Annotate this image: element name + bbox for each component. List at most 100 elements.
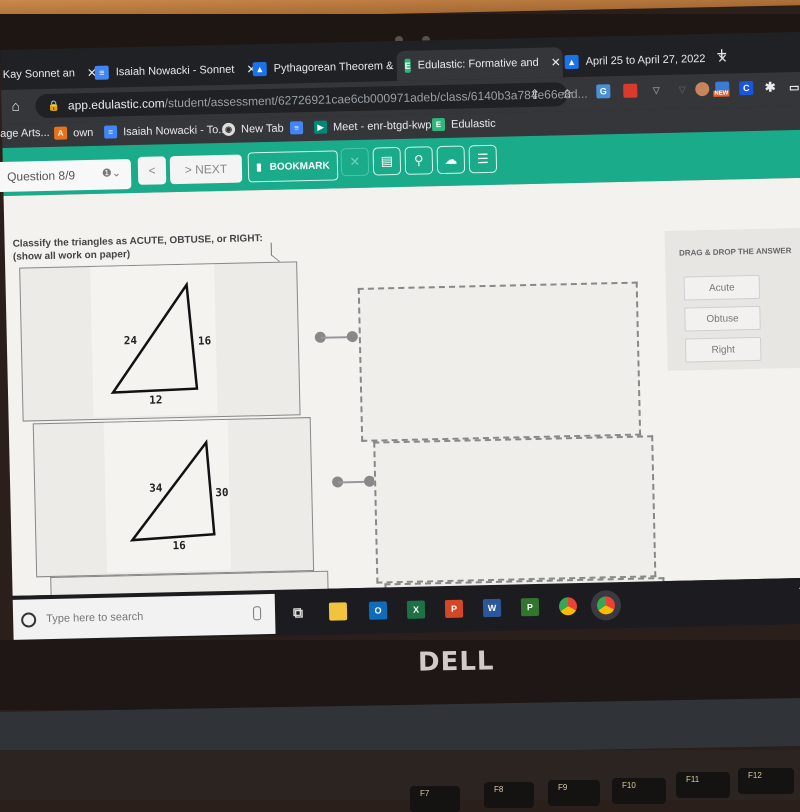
connector-2 — [331, 475, 376, 489]
key-f7: F7 — [410, 786, 460, 812]
share-icon[interactable]: ⇪ — [529, 87, 540, 103]
dell-logo: DELL — [417, 646, 495, 678]
docs-icon: ≡ — [94, 65, 109, 80]
alert-chevron-icon: ❶⌄ — [101, 167, 122, 180]
bookmark-label: own — [72, 126, 94, 139]
keyboard: F7 F8 F9 F10 F11 F12 — [0, 750, 800, 812]
bookmark-label: Edulastic — [450, 117, 496, 131]
triangle-side-left: 34 — [149, 481, 163, 495]
classroom-icon: ▲ — [252, 61, 267, 77]
laptop-screen: Kay Sonnet an ✕ ≡ Isaiah Nowacki - Sonne… — [0, 22, 800, 650]
triangle-card-1: 24 16 12 — [19, 261, 301, 422]
triangle-side-right: 30 — [215, 485, 229, 500]
powerpoint-icon[interactable]: P — [444, 599, 464, 619]
translate-extension-icon[interactable]: G — [596, 84, 611, 99]
connector-dot — [346, 330, 358, 343]
c-extension-icon[interactable]: C — [739, 80, 754, 96]
question-selector-label: Question 8/9 — [6, 168, 76, 184]
key-f10: F10 — [612, 778, 666, 804]
cortana-icon — [20, 611, 37, 628]
home-icon[interactable]: ⌂ — [11, 98, 20, 114]
next-button[interactable]: > NEXT — [169, 154, 243, 185]
tab-edulastic[interactable]: E Edulastic: Formative and ✕ — [396, 47, 563, 82]
menu-icon[interactable]: ☰ — [468, 144, 498, 174]
tab-isaiah-sonnet[interactable]: ≡ Isaiah Nowacki - Sonnet ✕ — [86, 54, 264, 88]
search-placeholder: Type here to search — [46, 610, 144, 626]
triangle-side-left: 24 — [123, 333, 138, 348]
answer-chip-acute[interactable]: Acute — [683, 274, 761, 301]
chrome-icon[interactable] — [558, 597, 578, 616]
upload-cloud-icon[interactable]: ☁ — [436, 145, 466, 175]
edulastic-icon: E — [431, 117, 446, 132]
bookmark-edulastic[interactable]: E Edulastic — [431, 117, 496, 132]
lock-icon: 🔒 — [47, 100, 61, 112]
bookmark-new-tab[interactable]: ◉ New Tab — [221, 122, 284, 136]
pencil-extension-icon[interactable]: NEW — [713, 81, 730, 97]
answer-chip-right[interactable]: Right — [684, 336, 762, 363]
tab-label: April 25 to April 27, 2022 — [585, 53, 706, 68]
microphone-icon[interactable] — [252, 606, 262, 621]
answer-chip-obtuse[interactable]: Obtuse — [684, 305, 761, 332]
tab-label: Kay Sonnet an — [2, 67, 76, 81]
bookmark-label: Meet - enr-btgd-kwp — [332, 118, 432, 133]
shield-dark-extension-icon[interactable]: ▽ — [675, 82, 689, 96]
question-prompt: Classify the triangles as ACUTE, OBTUSE,… — [12, 232, 263, 264]
prev-button[interactable]: < — [137, 156, 167, 185]
bookmark-label: age Arts... — [0, 126, 50, 141]
answer-bank: DRAG & DROP THE ANSWER Acute Obtuse Righ… — [664, 227, 800, 371]
a-icon: A — [53, 126, 68, 140]
file-explorer-icon[interactable] — [328, 602, 348, 621]
tab-april[interactable]: ▲ April 25 to April 27, 2022 ✕ — [556, 43, 736, 77]
shield-extension-icon[interactable]: ▽ — [649, 83, 663, 97]
answer-bank-header: DRAG & DROP THE ANSWER — [678, 246, 792, 258]
drop-zone-1[interactable] — [357, 281, 642, 442]
mouse-cursor-icon — [270, 242, 281, 263]
edulastic-icon: E — [404, 58, 411, 73]
bookmark-label: New Tab — [240, 122, 284, 136]
bookmark-isaiah-to[interactable]: ≡ Isaiah Nowacki - To... — [103, 123, 228, 139]
tab-label: Edulastic: Formative and — [417, 56, 539, 72]
key-f9: F9 — [548, 780, 600, 806]
cast-icon[interactable]: ▭ — [787, 80, 800, 94]
tab-label: Isaiah Nowacki - Sonnet — [115, 63, 235, 79]
bookmark-docs[interactable]: ≡ — [289, 121, 309, 135]
magnifier-icon[interactable]: ⚲ — [404, 146, 434, 175]
new-tab-button[interactable]: + — [716, 44, 727, 65]
drop-zone-2[interactable] — [373, 435, 657, 584]
bookmark-label: Isaiah Nowacki - To... — [122, 123, 228, 138]
docs-icon: ≡ — [103, 125, 118, 139]
chrome-profile-icon[interactable] — [596, 596, 616, 615]
puzzle-icon[interactable]: ✱ — [763, 79, 777, 94]
monkey-extension-icon[interactable] — [695, 81, 710, 97]
question-selector[interactable]: Question 8/9 ❶⌄ — [0, 159, 132, 193]
bookmark-icon: ▮ — [256, 161, 262, 173]
triangle-card-2: 34 30 16 — [32, 417, 315, 578]
task-view-icon[interactable]: ⧉ — [289, 603, 307, 621]
taskbar-search-input[interactable]: Type here to search — [12, 593, 276, 640]
key-f8: F8 — [484, 782, 534, 808]
url-path: /student/assessment/62726921cae6cb000971… — [164, 86, 588, 111]
key-f11: F11 — [676, 772, 730, 798]
triangle-side-bottom: 12 — [149, 393, 163, 407]
word-icon[interactable]: W — [482, 598, 502, 618]
globe-icon: ◉ — [221, 122, 236, 136]
calculator-icon[interactable]: ▤ — [372, 146, 402, 176]
bookmark-label: BOOKMARK — [269, 160, 330, 173]
new-badge: NEW — [713, 90, 730, 97]
docs-icon: ≡ — [289, 121, 304, 135]
crossout-tool-icon[interactable]: ✕ — [340, 147, 370, 177]
tab-label: Pythagorean Theorem & — [273, 60, 394, 75]
question-content: Classify the triangles as ACUTE, OBTUSE,… — [3, 177, 800, 609]
triangle-side-right: 16 — [197, 334, 212, 348]
bookmark-language-arts[interactable]: age Arts... — [0, 127, 50, 140]
triangle-side-bottom: 16 — [172, 538, 186, 553]
outlook-icon[interactable]: O — [368, 601, 388, 620]
bookmark-own[interactable]: Aown — [53, 126, 94, 140]
project-icon[interactable]: P — [520, 597, 540, 617]
bookmark-button[interactable]: ▮ BOOKMARK — [247, 150, 339, 183]
bookmark-meet[interactable]: ▶ Meet - enr-btgd-kwp — [313, 118, 432, 134]
excel-icon[interactable]: X — [406, 600, 426, 619]
book-extension-icon[interactable] — [623, 83, 638, 98]
classroom-icon: ▲ — [564, 54, 579, 70]
star-icon[interactable]: ☆ — [561, 86, 573, 102]
